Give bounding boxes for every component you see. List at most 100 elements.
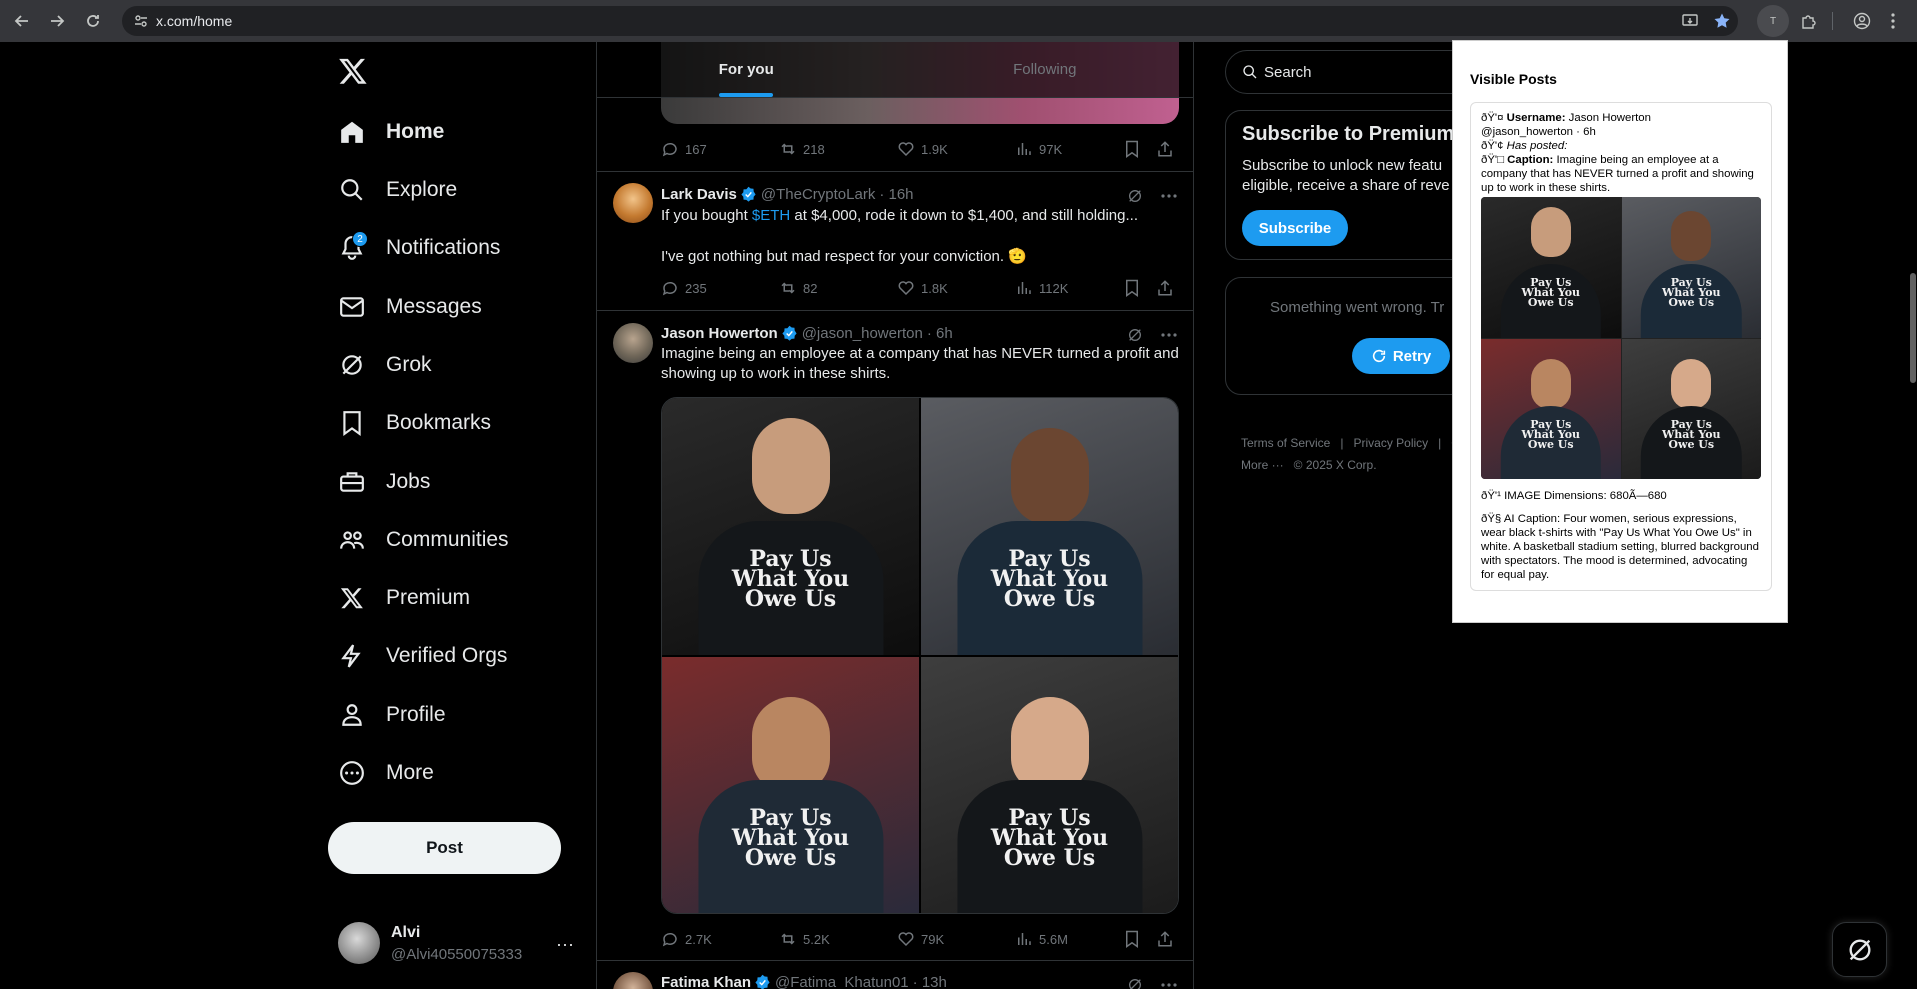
sidebar-item-premium[interactable]: Premium [338, 576, 470, 620]
tweet-header: Fatima Khan @Fatima_Khatun01 · 13h [661, 974, 947, 989]
footer-privacy-link[interactable]: Privacy Policy [1353, 436, 1428, 450]
share-icon[interactable] [1156, 279, 1174, 297]
x-logo-icon[interactable] [338, 56, 368, 86]
tweet-author-handle[interactable]: @Fatima_Khatun01 [775, 974, 909, 989]
avatar[interactable] [613, 183, 653, 223]
views-button[interactable]: 97K [1015, 140, 1062, 158]
tweet-media-grid[interactable]: Pay Us What You Owe Us Pay Us What You O… [661, 397, 1179, 914]
tweet-actions: 2.7K 5.2K 79K 5.6M [661, 929, 1179, 949]
extension-active-icon[interactable]: T [1757, 5, 1789, 37]
grok-icon[interactable] [1127, 327, 1143, 343]
like-button[interactable]: 1.8K [897, 279, 948, 297]
footer-terms-link[interactable]: Terms of Service [1241, 436, 1330, 450]
sidebar-item-grok[interactable]: Grok [338, 343, 432, 387]
share-icon[interactable] [1156, 930, 1174, 948]
shirt-graphic: Pay Us What You Owe Us [956, 779, 1143, 913]
grok-icon[interactable] [1127, 977, 1143, 989]
tweet-text-part: If you bought [661, 207, 752, 224]
tweet-media-image[interactable]: Pay Us What You Owe Us [921, 398, 1178, 655]
tweet-time[interactable]: · 16h [879, 186, 913, 203]
bookmark-icon[interactable] [1123, 279, 1141, 297]
reply-button[interactable]: 167 [661, 140, 707, 158]
footer-more-link[interactable]: More ··· [1241, 458, 1284, 472]
forward-icon[interactable] [43, 7, 71, 35]
profile-icon[interactable] [1848, 7, 1876, 35]
post-button[interactable]: Post [328, 822, 561, 874]
tweet-media-image[interactable]: Pay Us What You Owe Us [921, 656, 1178, 913]
tweet-time[interactable]: · 6h [927, 325, 953, 342]
sidebar-item-messages[interactable]: Messages [338, 285, 482, 329]
tab-for-you[interactable]: For you [597, 42, 896, 97]
repost-button[interactable]: 82 [779, 279, 817, 297]
avatar[interactable] [613, 972, 653, 989]
person-icon [338, 701, 366, 729]
notification-badge: 2 [352, 231, 368, 247]
tab-following[interactable]: Following [896, 42, 1194, 97]
popup-emoji: ðŸ'¢ [1481, 140, 1507, 152]
sidebar-item-explore[interactable]: Explore [338, 168, 457, 212]
account-switcher[interactable]: Alvi @Alvi40550075333 ··· [338, 922, 578, 968]
sidebar-item-notifications[interactable]: 2 Notifications [338, 226, 500, 270]
bookmark-icon[interactable] [1123, 930, 1141, 948]
repost-button[interactable]: 218 [779, 140, 825, 158]
subscribe-button[interactable]: Subscribe [1242, 210, 1348, 246]
reply-button[interactable]: 235 [661, 279, 707, 297]
shirt-graphic: Pay Us What You Owe Us [1641, 264, 1742, 338]
grok-floating-button[interactable] [1832, 922, 1887, 977]
sidebar-item-more[interactable]: More [338, 751, 434, 795]
account-name: Alvi [391, 924, 421, 941]
footer-separator: | [1340, 436, 1344, 450]
tweet-author-name[interactable]: Fatima Khan [661, 974, 751, 989]
views-button[interactable]: 112K [1015, 279, 1068, 297]
tweet-media-image[interactable]: Pay Us What You Owe Us [662, 656, 919, 913]
avatar[interactable] [613, 323, 653, 363]
reload-icon[interactable] [79, 7, 107, 35]
like-button[interactable]: 1.9K [897, 140, 948, 158]
like-button[interactable]: 79K [897, 930, 944, 948]
views-button[interactable]: 5.6M [1015, 930, 1068, 948]
shirt-graphic: Pay Us What You Owe Us [1641, 405, 1742, 479]
sidebar-item-jobs[interactable]: Jobs [338, 460, 430, 504]
sidebar-item-bookmarks[interactable]: Bookmarks [338, 401, 491, 445]
page-scrollbar[interactable] [1909, 42, 1917, 989]
reply-button[interactable]: 2.7K [661, 930, 712, 948]
address-bar[interactable]: x.com/home [122, 6, 1738, 36]
popup-username-label: Username: [1506, 112, 1566, 124]
extensions-puzzle-icon[interactable] [1795, 7, 1823, 35]
sidebar-item-profile[interactable]: Profile [338, 693, 446, 737]
sidebar-item-communities[interactable]: Communities [338, 518, 509, 562]
site-info-icon[interactable] [134, 14, 148, 28]
popup-has-posted: Has posted: [1506, 140, 1568, 152]
tweet-time[interactable]: · 13h [913, 974, 947, 989]
shirt-graphic: Pay Us What You Owe Us [1500, 405, 1601, 479]
more-icon[interactable] [1161, 983, 1177, 987]
tweet-author-name[interactable]: Lark Davis [661, 186, 737, 203]
url-text[interactable]: x.com/home [156, 13, 232, 29]
share-icon[interactable] [1156, 140, 1174, 158]
cashtag-link[interactable]: $ETH [752, 207, 790, 224]
repost-button[interactable]: 5.2K [779, 930, 830, 948]
back-icon[interactable] [8, 7, 36, 35]
sidebar-item-label: Verified Orgs [386, 644, 508, 667]
sidebar-item-verified-orgs[interactable]: Verified Orgs [338, 634, 507, 678]
popup-emoji: ðŸ'□ [1481, 154, 1508, 166]
grok-icon [1849, 939, 1870, 960]
extension-initial: T [1769, 15, 1777, 27]
account-more-icon[interactable]: ··· [556, 934, 574, 955]
person-head [751, 418, 830, 514]
browser-menu-icon[interactable] [1879, 7, 1907, 35]
tweet-media-image[interactable]: Pay Us What You Owe Us [662, 398, 919, 655]
more-icon[interactable] [1161, 333, 1177, 337]
scrollbar-thumb[interactable] [1910, 273, 1916, 383]
sidebar-item-home[interactable]: Home [338, 110, 444, 154]
install-app-icon[interactable] [1682, 13, 1698, 29]
bookmark-star-icon[interactable] [1713, 12, 1731, 30]
tweet-author-handle[interactable]: @jason_howerton [802, 325, 923, 342]
shirt-text: Pay Us What You Owe Us [990, 546, 1109, 613]
tweet-author-handle[interactable]: @TheCryptoLark [761, 186, 875, 203]
retry-button[interactable]: Retry [1352, 338, 1450, 374]
bookmark-icon[interactable] [1123, 140, 1141, 158]
more-icon[interactable] [1161, 194, 1177, 198]
tweet-author-name[interactable]: Jason Howerton [661, 325, 778, 342]
grok-icon[interactable] [1127, 188, 1143, 204]
